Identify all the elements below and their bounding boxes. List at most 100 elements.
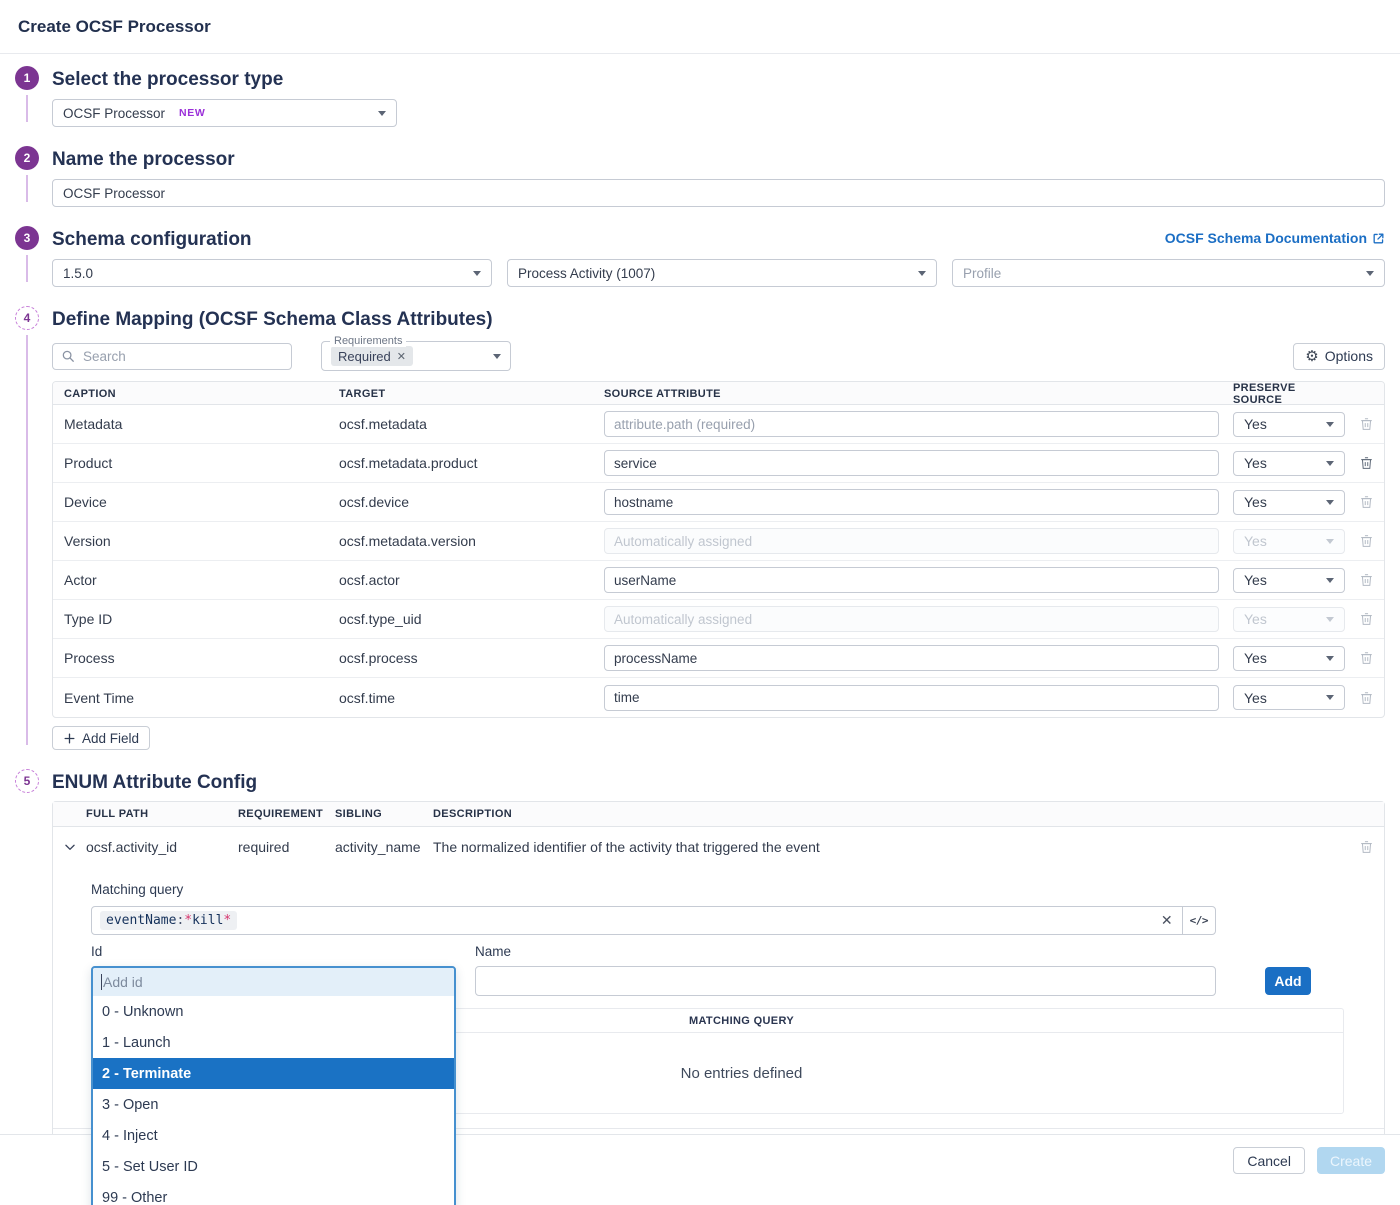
- chevron-down-icon: [1326, 616, 1334, 622]
- full-path-cell: ocsf.activity_id: [86, 838, 178, 855]
- sibling-column-header: SIBLING: [335, 808, 383, 820]
- step-connector: [26, 255, 28, 282]
- preserve-source-select[interactable]: Yes: [1233, 645, 1345, 671]
- delete-row-button[interactable]: [1348, 611, 1384, 627]
- source-attribute-input[interactable]: [604, 450, 1219, 476]
- step-1-heading: Select the processor type: [52, 69, 284, 90]
- caption-cell: Process: [64, 650, 115, 666]
- source-attribute-input[interactable]: [604, 684, 1219, 711]
- step-4-rail: 4: [15, 306, 52, 750]
- trash-icon: [1360, 840, 1372, 853]
- add-button[interactable]: Add: [1265, 967, 1311, 995]
- dropdown-option[interactable]: 3 - Open: [93, 1089, 454, 1120]
- source-attribute-input[interactable]: [604, 645, 1219, 671]
- step-connector: [26, 95, 28, 122]
- caption-column-header: CAPTION: [64, 388, 116, 400]
- target-cell: ocsf.time: [339, 689, 396, 706]
- options-button[interactable]: ⚙ Options: [1293, 342, 1385, 370]
- caption-cell: Version: [64, 533, 111, 549]
- trash-icon: [1360, 574, 1372, 586]
- dropdown-option[interactable]: 4 - Inject: [93, 1120, 454, 1151]
- dropdown-option[interactable]: 5 - Set User ID: [93, 1151, 454, 1182]
- step-3-section: 3 Schema configuration OCSF Schema Docum…: [15, 226, 1385, 287]
- source-attribute-input[interactable]: [604, 411, 1219, 437]
- enum-config-panel: Matching query eventName:*kill* ✕ </> Id…: [53, 866, 1384, 1205]
- cancel-button[interactable]: Cancel: [1233, 1147, 1305, 1174]
- chip-clear-icon[interactable]: ✕: [397, 350, 406, 363]
- code-view-button[interactable]: </>: [1181, 907, 1215, 934]
- table-row: Device ocsf.device Yes: [53, 483, 1384, 522]
- id-combobox[interactable]: [93, 968, 454, 996]
- delete-row-button[interactable]: [1348, 533, 1384, 549]
- step-3-rail: 3: [15, 226, 52, 287]
- target-cell: ocsf.process: [339, 650, 418, 666]
- processor-type-select[interactable]: OCSF Processor NEW: [52, 99, 397, 127]
- profile-select[interactable]: Profile: [952, 259, 1385, 287]
- delete-row-button[interactable]: [1348, 416, 1384, 432]
- step-connector: [26, 335, 28, 745]
- schema-documentation-link[interactable]: OCSF Schema Documentation: [1165, 230, 1385, 246]
- schema-documentation-label: OCSF Schema Documentation: [1164, 230, 1367, 246]
- plus-icon: [64, 733, 75, 743]
- chevron-down-icon: [1326, 538, 1334, 544]
- table-row: Type ID ocsf.type_uid Yes: [53, 600, 1384, 639]
- schema-class-value: Process Activity (1007): [518, 265, 656, 281]
- sibling-cell: activity_name: [335, 838, 421, 855]
- clear-query-icon[interactable]: ✕: [1152, 912, 1182, 929]
- processor-name-input[interactable]: [52, 179, 1385, 207]
- target-cell: ocsf.metadata.product: [339, 455, 478, 471]
- create-button[interactable]: Create: [1316, 1147, 1385, 1174]
- new-badge: NEW: [179, 107, 206, 119]
- delete-row-button[interactable]: [1348, 650, 1384, 666]
- caption-cell: Metadata: [64, 416, 123, 432]
- chevron-down-icon: [493, 353, 501, 359]
- search-input[interactable]: [52, 342, 292, 370]
- source-attribute-input[interactable]: [604, 489, 1219, 515]
- chevron-down-icon: [1326, 695, 1334, 700]
- chevron-down-icon: [1326, 499, 1334, 505]
- schema-version-value: 1.5.0: [63, 265, 94, 281]
- caption-cell: Type ID: [64, 611, 113, 627]
- source-attribute-input[interactable]: [604, 567, 1219, 593]
- preserve-source-select[interactable]: Yes: [1233, 685, 1345, 710]
- collapse-row-button[interactable]: [53, 840, 86, 854]
- processor-type-value: OCSF Processor: [63, 105, 166, 121]
- add-field-button[interactable]: Add Field: [52, 726, 151, 750]
- preserve-source-select[interactable]: Yes: [1233, 489, 1345, 515]
- chevron-down-icon: [1326, 655, 1334, 661]
- preserve-source-select[interactable]: Yes: [1233, 411, 1345, 437]
- target-cell: ocsf.type_uid: [339, 611, 422, 627]
- step-connector: [26, 175, 28, 202]
- step-4-badge: 4: [15, 306, 39, 330]
- schema-class-select[interactable]: Process Activity (1007): [507, 259, 937, 287]
- delete-row-button[interactable]: [1348, 572, 1384, 588]
- delete-row-button[interactable]: [1348, 494, 1384, 510]
- id-label: Id: [91, 944, 103, 959]
- delete-row-button[interactable]: [1348, 690, 1384, 706]
- schema-version-select[interactable]: 1.5.0: [52, 259, 492, 287]
- step-2-rail: 2: [15, 146, 52, 207]
- enum-row-activity-id: ocsf.activity_id required activity_name …: [53, 827, 1384, 866]
- dropdown-option[interactable]: 1 - Launch: [93, 1027, 454, 1058]
- step-3-badge: 3: [15, 226, 39, 250]
- requirements-filter[interactable]: Requirements Required ✕: [321, 335, 511, 371]
- dropdown-option[interactable]: 99 - Other: [93, 1182, 454, 1205]
- chevron-down-icon: [473, 270, 481, 276]
- step-2-heading: Name the processor: [52, 149, 235, 170]
- id-input[interactable]: [103, 974, 446, 990]
- preserve-source-select[interactable]: Yes: [1233, 450, 1345, 476]
- dropdown-option-highlighted[interactable]: 2 - Terminate: [93, 1058, 454, 1089]
- dropdown-option[interactable]: 0 - Unknown: [93, 996, 454, 1027]
- chevron-down-icon: [1326, 421, 1334, 427]
- requirements-chip-label: Required: [338, 348, 391, 364]
- matching-query-input[interactable]: eventName:*kill* ✕ </>: [91, 906, 1216, 935]
- add-field-label: Add Field: [82, 730, 140, 746]
- delete-row-button[interactable]: [1348, 839, 1384, 855]
- step-5-heading: ENUM Attribute Config: [52, 772, 258, 793]
- delete-row-button[interactable]: [1348, 455, 1384, 471]
- preserve-source-select[interactable]: Yes: [1233, 567, 1345, 593]
- create-ocsf-processor-modal: Create OCSF Processor 1 Select the proce…: [0, 0, 1400, 1205]
- preserve-source-select: Yes: [1233, 528, 1345, 554]
- description-cell: The normalized identifier of the activit…: [433, 838, 820, 855]
- name-value-input[interactable]: [475, 966, 1216, 996]
